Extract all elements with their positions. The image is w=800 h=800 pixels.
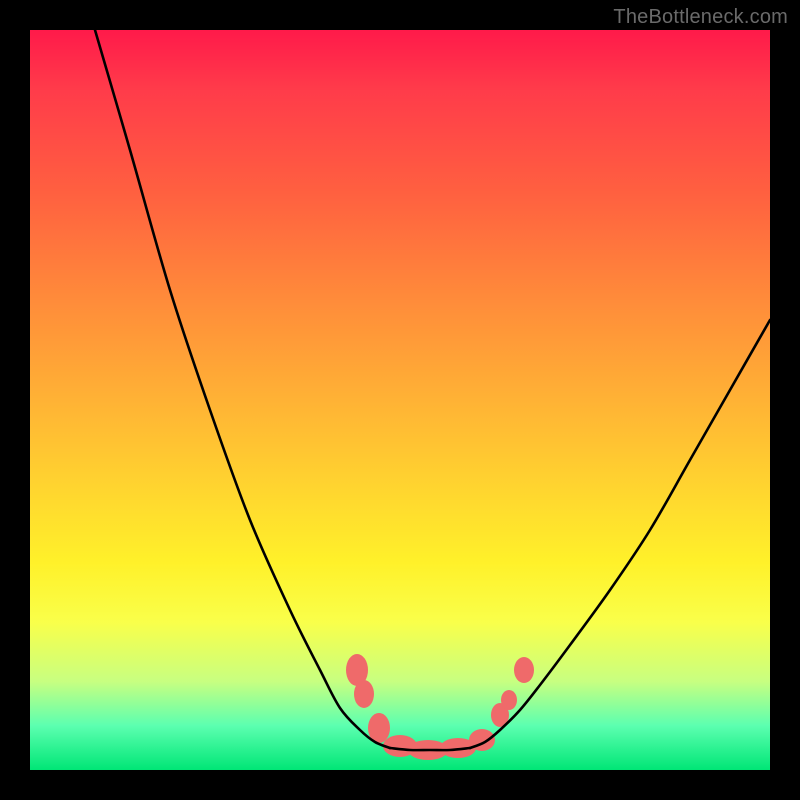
highlight-dot xyxy=(354,680,374,708)
curve-svg xyxy=(30,30,770,770)
watermark-text: TheBottleneck.com xyxy=(613,6,788,29)
marker-layer xyxy=(346,654,534,760)
highlight-dot xyxy=(501,690,517,710)
left-curve xyxy=(95,30,390,748)
right-curve xyxy=(470,320,770,748)
highlight-dot xyxy=(514,657,534,683)
plot-area xyxy=(30,30,770,770)
outer-frame: TheBottleneck.com xyxy=(0,0,800,800)
